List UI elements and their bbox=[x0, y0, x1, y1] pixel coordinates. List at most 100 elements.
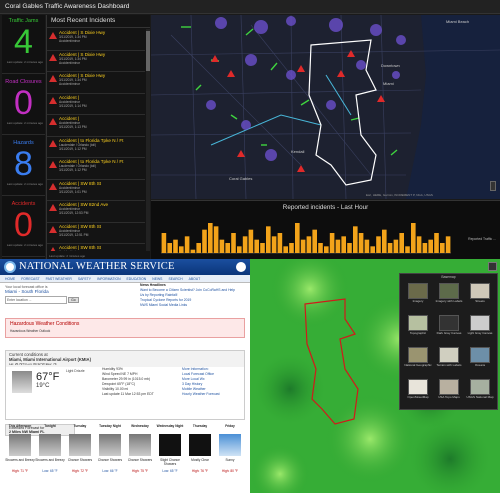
accident-warning-icon bbox=[49, 53, 57, 61]
nws-nav-item[interactable]: NEWS bbox=[152, 277, 162, 281]
incident-item[interactable]: Accident | SW 82nd Ave Accident/minor 3/11… bbox=[47, 201, 145, 223]
basemap-option[interactable]: USA Topo Maps bbox=[435, 378, 463, 407]
incident-item[interactable]: Accident | SW 8th StAccident/minor3/11/2… bbox=[47, 180, 145, 201]
chart-bar[interactable] bbox=[295, 223, 300, 253]
chart-bar[interactable] bbox=[335, 239, 341, 253]
chart-bar[interactable] bbox=[428, 239, 433, 253]
chart-bar[interactable] bbox=[254, 239, 259, 253]
chart-bar[interactable] bbox=[242, 236, 248, 253]
chart-bar[interactable] bbox=[341, 236, 346, 253]
chart-bar[interactable] bbox=[237, 246, 242, 253]
chart-bar[interactable] bbox=[196, 243, 201, 253]
nws-nav-item[interactable]: ABOUT bbox=[189, 277, 201, 281]
map-canvas[interactable]: Miami Beach Downtown Miami Coral Gables … bbox=[151, 15, 500, 199]
incident-item[interactable]: Accident | SW 8th StAccident/minor3/11/2… bbox=[47, 244, 145, 251]
chart-bar[interactable] bbox=[277, 233, 283, 253]
chart-bar[interactable] bbox=[312, 229, 317, 253]
cc-more-info[interactable]: More Information: Local Forecast Office Mo… bbox=[182, 367, 220, 397]
chart-bar[interactable] bbox=[347, 243, 352, 253]
basemap-toggle-button[interactable] bbox=[488, 262, 497, 271]
nws-nav-bar[interactable]: HOME FORECAST PAST WEATHER SAFETY INFORMATIO… bbox=[0, 275, 250, 283]
location-search-input[interactable]: Enter location ... bbox=[5, 296, 67, 304]
incident-item[interactable]: Accident | S Dixie Hwy 3/11/2019, 1:34 PM… bbox=[47, 72, 145, 94]
chart-bar[interactable] bbox=[376, 236, 381, 253]
incident-item[interactable]: Accident | S Dixie Hwy 3/11/2019, 1:34 PM… bbox=[47, 51, 145, 72]
chart-bar[interactable] bbox=[161, 233, 167, 253]
traffic-map[interactable]: Miami Beach Downtown Miami Coral Gables … bbox=[151, 15, 500, 199]
go-button[interactable]: Go bbox=[68, 297, 79, 303]
chart-bar[interactable] bbox=[173, 239, 178, 253]
basemap-option[interactable]: USGS National Map bbox=[466, 378, 494, 407]
chart-bar[interactable] bbox=[213, 226, 219, 253]
chart-bar[interactable] bbox=[440, 243, 445, 253]
nws-nav-item[interactable]: SAFETY bbox=[78, 277, 91, 281]
chart-bar[interactable] bbox=[190, 249, 196, 253]
chart-bar[interactable] bbox=[271, 236, 277, 253]
chart-bar[interactable] bbox=[324, 246, 329, 253]
chart-bar[interactable] bbox=[358, 233, 364, 253]
incident-item[interactable]: Accident | to Florida Tpke N / Ft Lauderd… bbox=[47, 137, 145, 158]
chart-bar[interactable] bbox=[219, 239, 225, 253]
nws-nav-item[interactable]: HOME bbox=[5, 277, 15, 281]
hazard-item[interactable]: Hazardous Weather Outlook bbox=[10, 329, 240, 333]
chart-bar[interactable] bbox=[364, 239, 370, 253]
incidents-scrollbar[interactable] bbox=[146, 29, 150, 251]
chart-bar[interactable] bbox=[300, 239, 306, 253]
basemap-option[interactable]: Streets bbox=[466, 282, 494, 311]
chart-bar[interactable] bbox=[318, 243, 323, 253]
chart-bar[interactable] bbox=[329, 233, 335, 253]
incident-item[interactable]: Accident | SW 8th StAccident/minor3/11/2… bbox=[47, 223, 145, 244]
nws-nav-item[interactable]: FORECAST bbox=[21, 277, 39, 281]
chart-bar[interactable] bbox=[434, 233, 439, 253]
chart-bar[interactable] bbox=[248, 229, 254, 253]
chart-bar[interactable] bbox=[416, 236, 422, 253]
chart-bar[interactable] bbox=[179, 246, 184, 253]
news-item[interactable]: NWS Miami Social Media Links bbox=[140, 303, 240, 308]
news-item[interactable]: Want to Become a Citizen Scientist? Join… bbox=[140, 288, 240, 298]
chart-bar[interactable] bbox=[353, 226, 358, 253]
basemap-option[interactable]: Dark Gray Canvas bbox=[435, 314, 463, 343]
nws-nav-item[interactable]: INFORMATION bbox=[97, 277, 120, 281]
basemap-label: Topographic bbox=[409, 331, 427, 335]
basemap-option[interactable]: OpenStreetMap bbox=[404, 378, 432, 407]
chart-bar[interactable] bbox=[184, 236, 190, 253]
nws-nav-item[interactable]: EDUCATION bbox=[127, 277, 147, 281]
incident-item[interactable]: Accident | to Florida Tpke N / Ft Lauderd… bbox=[47, 158, 145, 180]
chart-bar[interactable] bbox=[283, 246, 288, 253]
nws-logo-icon[interactable] bbox=[236, 262, 246, 272]
basemap-option[interactable]: National Geographic bbox=[404, 346, 432, 375]
basemap-option[interactable]: Terrain with Labels bbox=[435, 346, 463, 375]
chart-bar[interactable] bbox=[260, 243, 265, 253]
chart-bar[interactable] bbox=[202, 229, 207, 253]
chart-bar[interactable] bbox=[167, 243, 172, 253]
nws-nav-item[interactable]: PAST WEATHER bbox=[46, 277, 72, 281]
noaa-logo-icon[interactable] bbox=[4, 261, 16, 273]
more-info-link[interactable]: Hourly Weather Forecast bbox=[182, 392, 220, 397]
chart-bar[interactable] bbox=[445, 236, 451, 253]
chart-bar[interactable] bbox=[266, 226, 271, 253]
map-zoom-control[interactable] bbox=[490, 181, 496, 191]
basemap-option[interactable]: Oceans bbox=[466, 346, 494, 375]
chart-bar[interactable] bbox=[208, 223, 213, 253]
incident-item[interactable]: Accident | S Dixie Hwy 3/11/2019, 1:34 PM… bbox=[47, 29, 145, 51]
chart-bar[interactable] bbox=[289, 243, 294, 253]
chart-bar[interactable] bbox=[387, 243, 393, 253]
basemap-option[interactable]: Topographic bbox=[404, 314, 432, 343]
chart-bar[interactable] bbox=[422, 243, 428, 253]
chart-bar[interactable] bbox=[382, 229, 387, 253]
chart-bar[interactable] bbox=[393, 239, 399, 253]
chart-bar[interactable] bbox=[225, 243, 230, 253]
chart-bar[interactable] bbox=[231, 233, 236, 253]
basemap-option[interactable]: Imagery with Labels bbox=[435, 282, 463, 311]
basemap-option[interactable]: Imagery bbox=[404, 282, 432, 311]
chart-bar[interactable] bbox=[306, 236, 312, 253]
incident-item[interactable]: Accident | Accident/minor 3/11/2019, 1:13 … bbox=[47, 115, 145, 137]
chart-bar[interactable] bbox=[370, 246, 375, 253]
chart-bar[interactable] bbox=[411, 223, 416, 253]
basemap-option[interactable]: Light Gray Canvas bbox=[466, 314, 494, 343]
incidents-list[interactable]: Accident | S Dixie Hwy 3/11/2019, 1:34 PM… bbox=[47, 29, 145, 251]
nws-nav-item[interactable]: SEARCH bbox=[168, 277, 182, 281]
chart-bar[interactable] bbox=[405, 246, 410, 253]
incident-item[interactable]: Accident | Accident/minor 3/11/2019, 1:14 … bbox=[47, 94, 145, 115]
chart-bar[interactable] bbox=[399, 233, 404, 253]
